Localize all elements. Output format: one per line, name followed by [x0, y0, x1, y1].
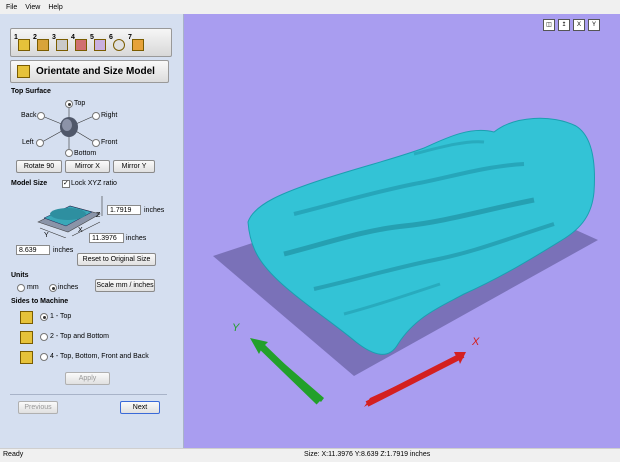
- model-size-heading: Model Size: [11, 180, 48, 187]
- cube-icon: [37, 39, 49, 51]
- y-unit-label: inches: [53, 247, 74, 254]
- cube-icon: [75, 39, 87, 51]
- status-bar: Ready Size: X:11.3976 Y:8.639 Z:1.7919 i…: [0, 448, 620, 462]
- step-5-button[interactable]: 5: [90, 34, 106, 51]
- step-title: Orientate and Size Model: [36, 66, 155, 77]
- right-radio[interactable]: [92, 112, 100, 120]
- scene: [213, 117, 598, 407]
- x-axis-label: X: [78, 227, 83, 234]
- menu-bar: File View Help: [0, 0, 620, 14]
- units-heading: Units: [11, 272, 29, 279]
- menu-file[interactable]: File: [0, 4, 21, 11]
- previous-button[interactable]: Previous: [18, 401, 58, 414]
- step-6-button[interactable]: 6: [109, 34, 125, 51]
- 3d-viewport[interactable]: ◫ ↥ X Y X Y: [184, 14, 620, 448]
- divider: [10, 394, 167, 395]
- magnifier-icon: [113, 39, 125, 51]
- left-label: Left: [22, 139, 34, 146]
- sides-2-radio[interactable]: [40, 333, 48, 341]
- step-1-button[interactable]: 1: [14, 34, 30, 51]
- y-axis-marker: Y: [232, 322, 240, 334]
- cube-icon: [18, 39, 30, 51]
- sides-1-label: 1 - Top: [50, 313, 72, 320]
- menu-help[interactable]: Help: [44, 4, 66, 11]
- bottom-radio[interactable]: [65, 149, 73, 157]
- x-axis-marker: X: [472, 336, 480, 348]
- front-radio[interactable]: [92, 139, 100, 147]
- wizard-panel: 1 2 3 4 5 6 7 Orientate and Size Model T…: [0, 14, 184, 448]
- step-4-button[interactable]: 4: [71, 34, 87, 51]
- mm-label: mm: [27, 284, 39, 291]
- sides-4-radio[interactable]: [40, 353, 48, 361]
- step-7-button[interactable]: 7: [128, 34, 144, 51]
- apply-button[interactable]: Apply: [65, 372, 110, 385]
- z-unit-label: inches: [144, 207, 165, 214]
- bottom-label: Bottom: [74, 150, 97, 157]
- top-label: Top: [74, 100, 86, 107]
- step-title-bar: Orientate and Size Model: [10, 60, 169, 83]
- cube-icon: [17, 65, 30, 78]
- back-radio[interactable]: [37, 112, 45, 120]
- left-radio[interactable]: [36, 139, 44, 147]
- orientation-diagram: [41, 104, 95, 149]
- lock-xyz-checkbox[interactable]: [62, 179, 70, 188]
- sides-2-label: 2 - Top and Bottom: [50, 333, 110, 340]
- step-3-button[interactable]: 3: [52, 34, 68, 51]
- sides-1-radio[interactable]: [40, 313, 48, 321]
- front-label: Front: [101, 139, 118, 146]
- top-radio[interactable]: [65, 100, 73, 108]
- cube-icon: [20, 311, 33, 324]
- scale-units-button[interactable]: Scale mm / inches: [95, 279, 155, 292]
- cube-icon: [20, 331, 33, 344]
- mm-radio[interactable]: [17, 284, 25, 292]
- mirror-y-button[interactable]: Mirror Y: [113, 160, 155, 173]
- step-2-button[interactable]: 2: [33, 34, 49, 51]
- menu-view[interactable]: View: [21, 4, 44, 11]
- inches-radio[interactable]: [49, 284, 57, 292]
- x-size-input[interactable]: 11.3976: [89, 233, 124, 243]
- cube-icon: [56, 39, 68, 51]
- cube-icon: [132, 39, 144, 51]
- inches-label: inches: [58, 284, 79, 291]
- wizard-steps-bar: 1 2 3 4 5 6 7: [10, 28, 172, 57]
- x-unit-label: inches: [126, 235, 147, 242]
- cube-icon: [20, 351, 33, 364]
- status-ready: Ready: [3, 451, 24, 458]
- lock-xyz-label: Lock XYZ ratio: [71, 180, 117, 187]
- cube-icon: [94, 39, 106, 51]
- sides-4-label: 4 - Top, Bottom, Front and Back: [50, 353, 149, 360]
- y-size-input[interactable]: 8.639: [16, 245, 50, 255]
- reset-size-button[interactable]: Reset to Original Size: [77, 253, 156, 266]
- sides-heading: Sides to Machine: [11, 298, 69, 305]
- status-size: Size: X:11.3976 Y:8.639 Z:1.7919 inches: [304, 451, 431, 458]
- rotate-90-button[interactable]: Rotate 90: [16, 160, 62, 173]
- z-size-input[interactable]: 1.7919: [107, 205, 141, 215]
- z-axis-label: Z: [96, 212, 101, 219]
- mirror-x-button[interactable]: Mirror X: [65, 160, 110, 173]
- right-label: Right: [101, 112, 118, 119]
- y-axis-label: Y: [44, 232, 49, 239]
- next-button[interactable]: Next: [120, 401, 160, 414]
- back-label: Back: [21, 112, 37, 119]
